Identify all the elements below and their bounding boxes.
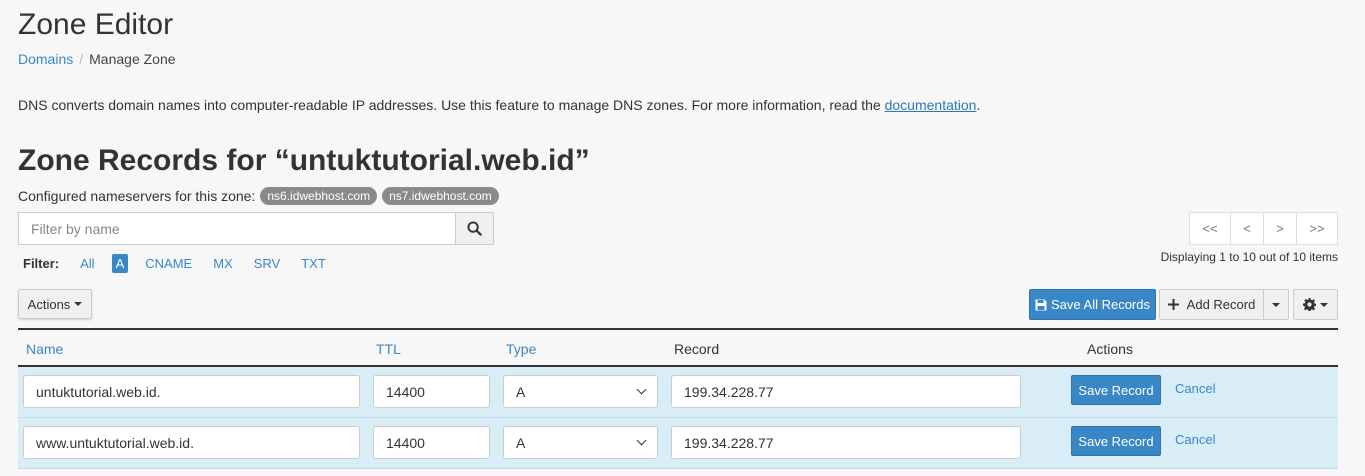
breadcrumb-separator: / [79, 51, 84, 67]
caret-down-icon [1320, 302, 1328, 307]
pagination-status: Displaying 1 to 10 out of 10 items [1160, 250, 1338, 264]
save-record-button[interactable]: Save Record [1071, 375, 1161, 405]
record-name-input[interactable] [23, 426, 360, 459]
table-row: A Save Record Cancel [18, 367, 1338, 418]
cancel-link[interactable]: Cancel [1175, 432, 1215, 447]
record-type-select[interactable]: A [503, 375, 658, 408]
column-header-name[interactable]: Name [26, 341, 63, 357]
chevron-down-icon [636, 435, 647, 446]
column-header-ttl[interactable]: TTL [376, 341, 401, 357]
next-page-button[interactable]: > [1263, 212, 1297, 245]
actions-label: Actions [27, 296, 71, 312]
caret-down-icon [74, 302, 83, 306]
search-button[interactable] [455, 212, 494, 245]
add-record-label: Add Record [1186, 297, 1256, 312]
intro-text: DNS converts domain names into computer-… [18, 96, 980, 114]
table-header: Name TTL Type Record Actions [18, 328, 1338, 367]
column-header-record: Record [674, 341, 720, 357]
filter-label: Filter: [23, 255, 60, 271]
breadcrumb: Domains / Manage Zone [18, 50, 176, 68]
record-name-input[interactable] [23, 375, 360, 408]
gear-icon [1303, 298, 1316, 311]
record-ttl-input[interactable] [373, 426, 490, 459]
filter-all[interactable]: All [76, 254, 98, 273]
chevron-down-icon [636, 384, 647, 395]
breadcrumb-current: Manage Zone [89, 51, 176, 67]
save-record-button[interactable]: Save Record [1071, 426, 1161, 456]
search-input[interactable] [18, 212, 455, 245]
first-page-button[interactable]: << [1189, 212, 1231, 245]
page-title: Zone Editor [18, 8, 174, 41]
record-type-select[interactable]: A [503, 426, 658, 459]
add-record-button[interactable]: Add Record [1159, 289, 1264, 320]
save-all-records-button[interactable]: Save All Records [1029, 289, 1156, 320]
filter-mx[interactable]: MX [209, 254, 237, 273]
filter-cname[interactable]: CNAME [141, 254, 196, 273]
record-type-value: A [516, 383, 526, 400]
record-ttl-input[interactable] [373, 375, 490, 408]
search-icon [467, 221, 482, 236]
column-header-actions: Actions [1087, 341, 1133, 357]
save-all-label: Save All Records [1051, 297, 1150, 312]
intro-suffix: . [976, 97, 981, 113]
nameservers-label: Configured nameservers for this zone: [18, 188, 256, 204]
filter-bar: Filter: All A CNAME MX SRV TXT [23, 252, 343, 274]
prev-page-button[interactable]: < [1230, 212, 1264, 245]
record-value-input[interactable] [671, 375, 1021, 408]
table-row: A Save Record Cancel [18, 418, 1338, 469]
pagination: << < > >> [1189, 212, 1338, 245]
filter-srv[interactable]: SRV [250, 254, 285, 273]
add-record-dropdown-toggle[interactable] [1263, 289, 1289, 320]
nameserver-badge: ns7.idwebhost.com [382, 187, 499, 205]
documentation-link[interactable]: documentation [885, 97, 977, 113]
record-value-input[interactable] [671, 426, 1021, 459]
nameserver-badge: ns6.idwebhost.com [260, 187, 378, 205]
column-header-type[interactable]: Type [506, 341, 536, 357]
last-page-button[interactable]: >> [1296, 212, 1338, 245]
zone-records-table: Name TTL Type Record Actions A Save Reco… [18, 328, 1338, 469]
nameservers-line: Configured nameservers for this zone: ns… [18, 187, 499, 205]
settings-dropdown-button[interactable] [1293, 289, 1338, 320]
cancel-link[interactable]: Cancel [1175, 381, 1215, 396]
caret-down-icon [1272, 302, 1280, 307]
breadcrumb-domains-link[interactable]: Domains [18, 51, 73, 67]
filter-txt[interactable]: TXT [297, 254, 330, 273]
search-group [18, 212, 494, 245]
intro-description: DNS converts domain names into computer-… [18, 97, 885, 113]
zone-records-title: Zone Records for “untuktutorial.web.id” [18, 144, 590, 177]
floppy-icon [1035, 299, 1047, 310]
filter-a[interactable]: A [111, 253, 129, 273]
plus-icon [1167, 299, 1179, 310]
actions-dropdown-button[interactable]: Actions [18, 289, 92, 319]
record-type-value: A [516, 434, 526, 451]
